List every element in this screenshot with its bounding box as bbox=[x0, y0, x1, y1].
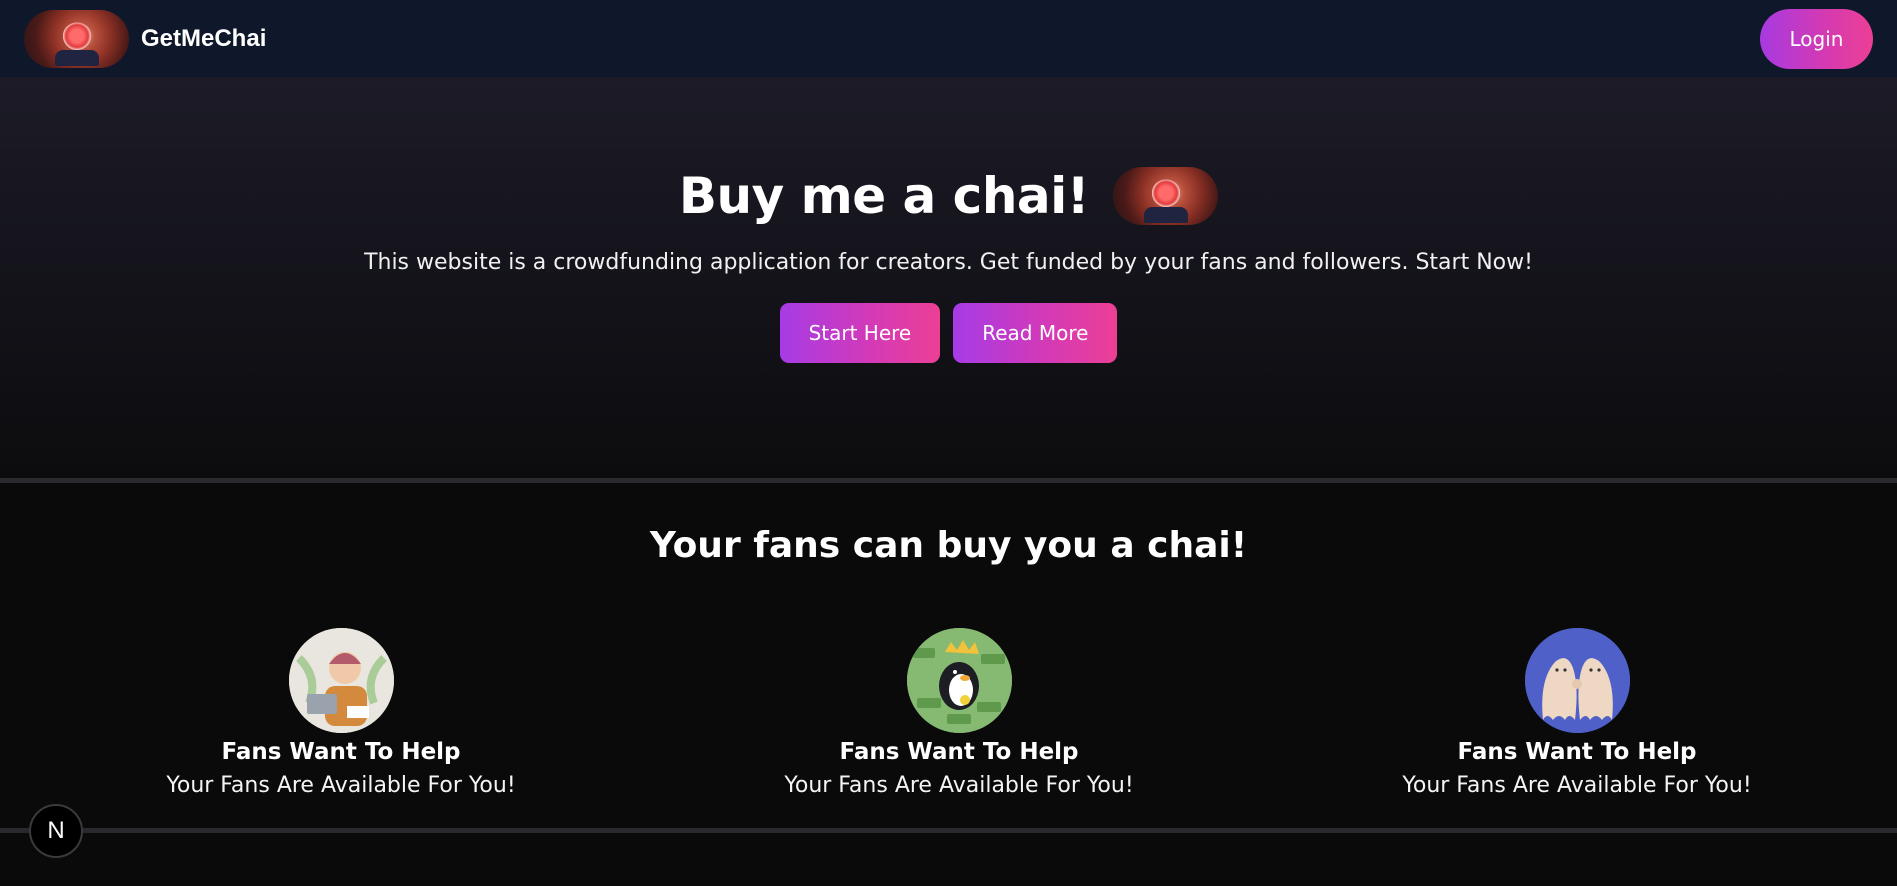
feature-description: Your Fans Are Available For You! bbox=[784, 773, 1134, 798]
hero-title: Buy me a chai! bbox=[678, 167, 1090, 225]
hero-section: Buy me a chai! This website is a crowdfu… bbox=[0, 77, 1897, 478]
feature-card: Fans Want To Help Your Fans Are Availabl… bbox=[141, 628, 541, 798]
feature-card: Fans Want To Help Your Fans Are Availabl… bbox=[1377, 628, 1777, 798]
login-button[interactable]: Login bbox=[1760, 8, 1873, 69]
chai-logo-icon bbox=[1113, 167, 1219, 225]
two-ghosts-fist-bump-icon bbox=[1524, 628, 1630, 733]
chai-logo-icon[interactable] bbox=[24, 9, 129, 68]
brand-name[interactable]: GetMeChai bbox=[141, 25, 266, 53]
read-more-button[interactable]: Read More bbox=[953, 303, 1118, 363]
feature-title: Fans Want To Help bbox=[1457, 739, 1697, 765]
person-at-laptop-icon bbox=[288, 628, 394, 733]
brand[interactable]: GetMeChai bbox=[24, 9, 266, 68]
feature-title: Fans Want To Help bbox=[839, 739, 1079, 765]
hero-buttons: Start Here Read More bbox=[779, 303, 1118, 363]
feature-description: Your Fans Are Available For You! bbox=[1402, 773, 1752, 798]
hero-subtitle: This website is a crowdfunding applicati… bbox=[364, 250, 1533, 275]
feature-card: Fans Want To Help Your Fans Are Availabl… bbox=[759, 628, 1159, 798]
features-title: Your fans can buy you a chai! bbox=[649, 525, 1248, 566]
start-here-button[interactable]: Start Here bbox=[779, 303, 941, 363]
navbar: GetMeChai Login bbox=[0, 0, 1897, 77]
nextjs-dev-badge[interactable]: N bbox=[29, 804, 83, 858]
section-divider bbox=[0, 828, 1897, 833]
feature-title: Fans Want To Help bbox=[221, 739, 461, 765]
penguin-with-money-icon bbox=[906, 628, 1012, 733]
features-section: Your fans can buy you a chai! Fans Want … bbox=[0, 483, 1897, 828]
hero-title-row: Buy me a chai! bbox=[678, 167, 1219, 225]
feature-description: Your Fans Are Available For You! bbox=[166, 773, 516, 798]
